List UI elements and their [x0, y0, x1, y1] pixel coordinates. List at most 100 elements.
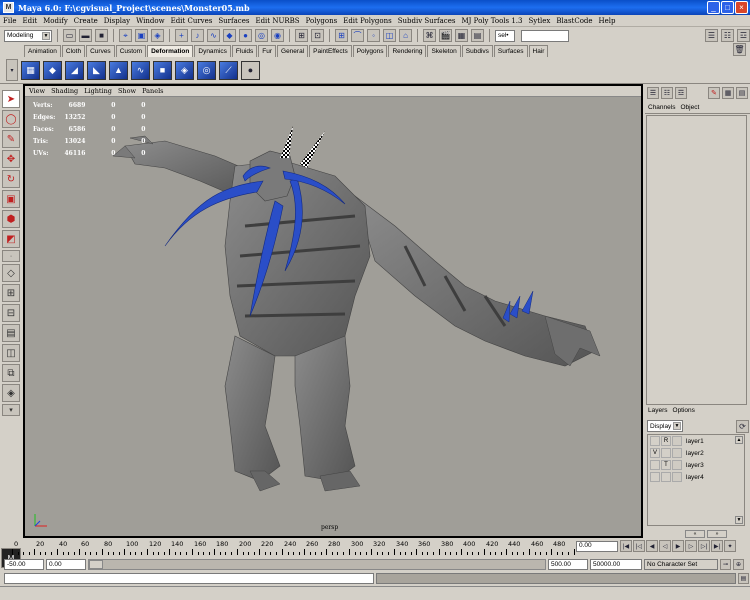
custom-layout-icon[interactable]: ◈ — [2, 384, 20, 402]
lasso-tool-icon[interactable]: ◯ — [2, 110, 20, 128]
scroll-up-icon[interactable]: ▲ — [735, 436, 743, 444]
layer-row[interactable]: V layer2 — [648, 447, 744, 459]
range-track[interactable] — [88, 559, 546, 570]
layer-type-select[interactable]: Display ▼ — [647, 420, 683, 432]
mask-curve-icon[interactable]: ∿ — [207, 29, 220, 42]
minimize-button[interactable]: _ — [707, 1, 720, 14]
menu-subdiv-surfaces[interactable]: Subdiv Surfaces — [398, 17, 456, 25]
menu-surfaces[interactable]: Surfaces — [218, 17, 249, 25]
step-back-key-icon[interactable]: |◁ — [633, 540, 645, 552]
select-tool-icon[interactable]: ➤ — [2, 90, 20, 108]
layer-row[interactable]: T layer3 — [648, 459, 744, 471]
snap-point-icon[interactable]: ◦ — [367, 29, 380, 42]
playback-end-field[interactable]: 500.00 — [548, 559, 588, 570]
shelf-tab-rendering[interactable]: Rendering — [388, 45, 427, 57]
command-input[interactable] — [4, 573, 374, 584]
lock-selection-icon[interactable]: ⊞ — [295, 29, 308, 42]
bend-deformer-icon[interactable]: ◣ — [87, 60, 106, 80]
layout-menu-icon[interactable]: ▾ — [2, 404, 20, 416]
layer-row[interactable]: layer4 — [648, 471, 744, 483]
shelf-tab-dynamics[interactable]: Dynamics — [194, 45, 231, 57]
menu-edit-polygons[interactable]: Edit Polygons — [343, 17, 392, 25]
script-editor-icon[interactable]: ▤ — [738, 573, 749, 584]
attribute-icon[interactable]: ▦ — [722, 87, 734, 99]
layer-visibility[interactable] — [650, 472, 660, 482]
flare-deformer-icon[interactable]: ▲ — [109, 60, 128, 80]
shelf-tab-general[interactable]: General — [277, 45, 309, 57]
selection-input-mode[interactable]: sel• — [495, 29, 515, 42]
shelf-tab-fur[interactable]: Fur — [258, 45, 277, 57]
snap-plane-icon[interactable]: ◫ — [383, 29, 396, 42]
layer-color[interactable] — [672, 436, 682, 446]
layer-display-type[interactable] — [661, 472, 671, 482]
go-to-start-icon[interactable]: |◀ — [620, 540, 632, 552]
wave-deformer-icon[interactable]: ◎ — [197, 60, 216, 80]
tool-settings-icon[interactable]: ☷ — [721, 29, 734, 42]
create-layer-icon[interactable]: ⟳ — [736, 419, 749, 433]
shelf-tab-polygons[interactable]: Polygons — [352, 45, 388, 57]
channel-box-layout-icon[interactable]: ☰ — [647, 87, 659, 99]
options-menu[interactable]: Options — [673, 407, 695, 417]
squash-deformer-icon[interactable]: ■ — [153, 60, 172, 80]
scroll-down-icon[interactable]: ▼ — [735, 516, 743, 524]
mask-render-icon[interactable]: ◉ — [271, 29, 284, 42]
open-scene-icon[interactable]: ▬ — [79, 29, 92, 42]
shelf-tab-fluids[interactable]: Fluids — [231, 45, 258, 57]
shelf-tab-animation[interactable]: Animation — [24, 45, 61, 57]
snap-grid-icon[interactable]: ⊞ — [335, 29, 348, 42]
character-set-select[interactable]: No Character Set — [644, 559, 718, 570]
sine-deformer-icon[interactable]: ∿ — [131, 60, 150, 80]
single-perspective-layout-icon[interactable]: ◇ — [2, 264, 20, 282]
manipulator-tool-icon[interactable]: ⬢ — [2, 210, 20, 228]
menu-display[interactable]: Display — [104, 17, 130, 25]
channels-menu[interactable]: Channels — [648, 104, 675, 113]
move-tool-icon[interactable]: ✥ — [2, 150, 20, 168]
close-button[interactable]: × — [735, 1, 748, 14]
lattice-icon[interactable]: ▦ — [21, 60, 40, 80]
mask-dynamic-icon[interactable]: ◎ — [255, 29, 268, 42]
animation-end-field[interactable]: 50000.00 — [590, 559, 642, 570]
twist-deformer-icon[interactable]: ◈ — [175, 60, 194, 80]
go-to-end-icon[interactable]: ▶| — [711, 540, 723, 552]
cluster-icon[interactable]: ◆ — [43, 60, 62, 80]
hypershade-layout-icon[interactable]: ◫ — [2, 344, 20, 362]
menu-create[interactable]: Create — [74, 17, 98, 25]
object-menu[interactable]: Object — [680, 104, 699, 113]
wrinkle-tool-icon[interactable]: ● — [241, 60, 260, 80]
shelf-tab-cloth[interactable]: Cloth — [61, 45, 86, 57]
menu-edit-curves[interactable]: Edit Curves — [171, 17, 213, 25]
time-slider[interactable]: 0 20 40 60 80 100 120 140 160 180 200 220 240 260 280 3… — [10, 539, 580, 557]
shelf-tab-custom[interactable]: Custom — [115, 45, 147, 57]
auto-key-icon[interactable]: ⊕ — [733, 559, 744, 570]
attribute-editor-icon[interactable]: ☰ — [705, 29, 718, 42]
layer-color[interactable] — [672, 460, 682, 470]
layer-display-type[interactable]: T — [661, 460, 671, 470]
menu-edit[interactable]: Edit — [22, 17, 37, 25]
persp-hypershade-layout-icon[interactable]: ⧉ — [2, 364, 20, 382]
menu-window[interactable]: Window — [136, 17, 165, 25]
save-scene-icon[interactable]: ■ — [95, 29, 108, 42]
perspective-viewport[interactable]: View Shading Lighting Show Panels Verts:… — [23, 84, 643, 538]
layer-visibility[interactable] — [650, 460, 660, 470]
channel-box[interactable] — [646, 115, 747, 405]
current-frame-field[interactable]: 0.00 — [576, 541, 618, 552]
menu-modify[interactable]: Modify — [43, 17, 68, 25]
play-backward-icon[interactable]: ◁ — [659, 540, 671, 552]
persp-outliner-layout-icon[interactable]: ⊟ — [2, 304, 20, 322]
mask-joint-icon[interactable]: ♪ — [191, 29, 204, 42]
menu-file[interactable]: File — [3, 17, 16, 25]
range-handle[interactable] — [89, 560, 103, 569]
step-forward-frame-icon[interactable]: ▷ — [685, 540, 697, 552]
wire-tool-icon[interactable]: ⟋ — [219, 60, 238, 80]
collapse-panel-icon[interactable]: » — [707, 530, 727, 538]
snap-curve-icon[interactable]: ⌒ — [351, 29, 364, 42]
shelf-tab-curves[interactable]: Curves — [86, 45, 115, 57]
layer-display-type[interactable]: R — [661, 436, 671, 446]
animation-start-field[interactable]: -50.00 — [4, 559, 44, 570]
channel-box-layout3-icon[interactable]: ☲ — [675, 87, 687, 99]
channel-box-layout2-icon[interactable]: ☷ — [661, 87, 673, 99]
history-icon[interactable]: ⌘ — [423, 29, 436, 42]
playback-start-field[interactable]: 0.00 — [46, 559, 86, 570]
step-back-frame-icon[interactable]: ◀ — [646, 540, 658, 552]
shelf-tab-deformation[interactable]: Deformation — [147, 45, 194, 57]
